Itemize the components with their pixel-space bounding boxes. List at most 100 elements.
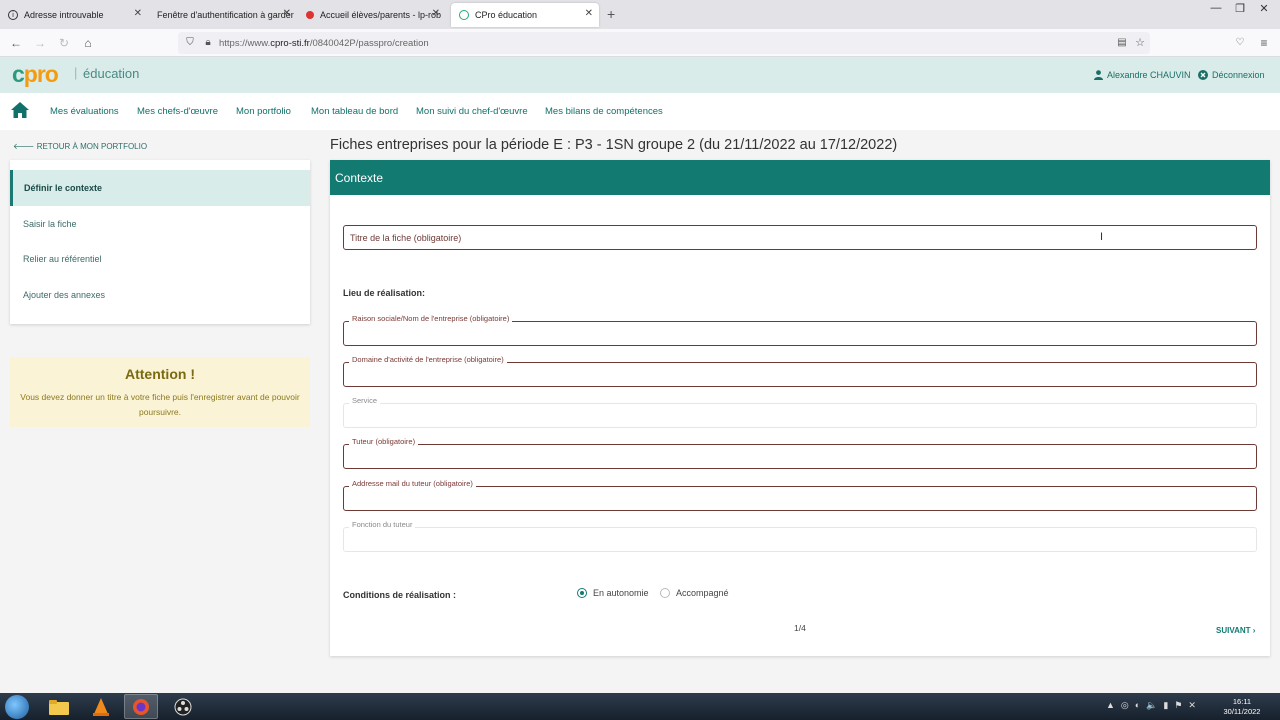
radio-accompagne[interactable]: Accompagné xyxy=(660,588,729,598)
title-placeholder: Titre de la fiche (obligatoire) xyxy=(350,233,462,243)
radio-autonomie[interactable]: En autonomie xyxy=(577,588,649,598)
tutor-role-input[interactable]: Fonction du tuteur xyxy=(343,520,1257,552)
browser-tab-active[interactable]: CPro éducation ✕ xyxy=(451,3,599,27)
user-icon xyxy=(1094,70,1103,80)
menu-item-portfolio[interactable]: Mon portfolio xyxy=(236,106,291,117)
logout-icon xyxy=(1198,70,1208,80)
tutor-input[interactable]: Tuteur (obligatoire) xyxy=(343,437,1257,469)
start-button[interactable] xyxy=(5,695,29,719)
field-label: Tuteur (obligatoire) xyxy=(349,437,419,446)
step-ajouter-annexes[interactable]: Ajouter des annexes xyxy=(10,277,310,313)
menu-item-evaluations[interactable]: Mes évaluations xyxy=(50,106,119,117)
radio-unchecked-icon[interactable] xyxy=(660,588,670,598)
firefox-icon[interactable] xyxy=(124,694,158,719)
attention-title: Attention ! xyxy=(125,366,195,382)
browser-nav-bar: ← → ↻ ⌂ ⛉ 🔒︎ https://www.cpro-sti.fr/084… xyxy=(0,29,1280,57)
new-tab-icon[interactable]: + xyxy=(607,6,615,22)
attention-message: Vous devez donner un titre à votre fiche… xyxy=(20,392,300,417)
reload-icon[interactable]: ↻ xyxy=(56,35,72,51)
service-input[interactable]: Service xyxy=(343,396,1257,428)
tab-label: Accueil élèves/parents - lp-rob xyxy=(320,10,442,20)
close-icon[interactable]: ✕ xyxy=(432,8,440,19)
step-relier-referentiel[interactable]: Relier au référentiel xyxy=(10,241,310,277)
clock[interactable]: 16:11 30/11/2022 xyxy=(1222,697,1262,717)
arrow-left-icon: 🡐 xyxy=(13,142,37,151)
tab-label: Fenêtre d'authentification à garder xyxy=(157,10,294,20)
business-domain-input[interactable]: Domaine d'activité de l'entreprise (obli… xyxy=(343,355,1257,387)
next-button[interactable]: SUIVANT › xyxy=(1216,626,1255,635)
step-saisir-fiche[interactable]: Saisir la fiche xyxy=(10,206,310,242)
conditions-label: Conditions de réalisation : xyxy=(343,590,457,600)
user-name: Alexandre CHAUVIN xyxy=(1107,70,1191,80)
minimize-icon[interactable]: — xyxy=(1208,2,1224,16)
file-explorer-icon[interactable] xyxy=(42,694,76,719)
globe-icon xyxy=(459,10,469,20)
radio-label: En autonomie xyxy=(593,588,649,598)
site-logo-icon xyxy=(306,11,314,19)
radio-checked-icon[interactable] xyxy=(577,588,587,598)
company-name-input[interactable]: Raison sociale/Nom de l'entreprise (obli… xyxy=(343,314,1257,346)
shield-icon[interactable]: ⛉ xyxy=(182,35,198,51)
field-label: Service xyxy=(349,396,381,405)
logout-label: Déconnexion xyxy=(1212,70,1265,80)
tutor-email-input[interactable]: Addresse mail du tuteur (obligatoire) xyxy=(343,479,1257,511)
field-label: Addresse mail du tuteur (obligatoire) xyxy=(349,479,476,488)
browser-tab[interactable]: Accueil élèves/parents - lp-rob ✕ xyxy=(298,3,446,27)
reader-view-icon[interactable]: ▤ xyxy=(1114,35,1130,51)
main-menu: Mes évaluations Mes chefs-d'œuvre Mon po… xyxy=(0,93,1280,130)
cpro-logo[interactable]: cpro xyxy=(12,61,59,88)
obs-icon[interactable] xyxy=(166,694,200,719)
url-text: https://www.cpro-sti.fr/0840042P/passpro… xyxy=(219,38,429,49)
logout-link[interactable]: Déconnexion xyxy=(1198,70,1265,80)
home-icon[interactable] xyxy=(10,101,30,119)
home-icon[interactable]: ⌂ xyxy=(80,35,96,51)
field-label: Fonction du tuteur xyxy=(349,520,416,529)
logo-separator: | xyxy=(74,65,78,80)
browser-tab[interactable]: i Adresse introuvable ✕ xyxy=(0,3,148,27)
close-icon[interactable]: ✕ xyxy=(283,8,291,19)
back-to-portfolio-link[interactable]: 🡐 RETOUR À MON PORTFOLIO xyxy=(13,141,147,151)
close-icon[interactable]: ✕ xyxy=(134,8,142,19)
system-tray-icons[interactable]: ▲◎◐🔈▮⚑✕ xyxy=(1106,700,1202,711)
maximize-icon[interactable]: ❐ xyxy=(1232,2,1248,16)
attention-box: Attention ! Vous devez donner un titre à… xyxy=(10,357,310,427)
url-bar[interactable]: ⛉ 🔒︎ https://www.cpro-sti.fr/0840042P/pa… xyxy=(178,32,1150,54)
menu-item-bilans[interactable]: Mes bilans de compétences xyxy=(545,106,663,117)
forward-arrow-icon[interactable]: → xyxy=(32,35,48,51)
tab-label: Adresse introuvable xyxy=(24,10,104,20)
card-title: Contexte xyxy=(335,171,384,185)
title-input[interactable]: Titre de la fiche (obligatoire) I xyxy=(343,225,1257,250)
site-header: cpro | éducation Alexandre CHAUVIN Décon… xyxy=(0,57,1280,93)
menu-item-tableau-de-bord[interactable]: Mon tableau de bord xyxy=(311,106,398,117)
step-definir-contexte[interactable]: Définir le contexte xyxy=(10,170,310,206)
windows-taskbar: ▲◎◐🔈▮⚑✕ 16:11 30/11/2022 xyxy=(0,693,1280,720)
menu-icon[interactable]: ≡ xyxy=(1256,35,1272,51)
info-icon: i xyxy=(8,10,18,20)
clock-time: 16:11 xyxy=(1232,697,1252,706)
card-header: Contexte xyxy=(330,160,1270,195)
chevron-right-icon: › xyxy=(1252,626,1256,635)
context-form-card: Contexte Titre de la fiche (obligatoire)… xyxy=(330,160,1270,656)
page-indicator: 1/4 xyxy=(794,623,806,633)
browser-tab-bar: i Adresse introuvable ✕ Fenêtre d'authen… xyxy=(0,0,1280,29)
clock-date: 30/11/2022 xyxy=(1223,707,1261,716)
bookmark-star-icon[interactable]: ☆ xyxy=(1132,35,1148,51)
logo-subtitle: éducation xyxy=(83,66,140,81)
menu-item-chefs-doeuvre[interactable]: Mes chefs-d'œuvre xyxy=(137,106,218,117)
browser-tab[interactable]: Fenêtre d'authentification à garder ✕ xyxy=(149,3,297,27)
field-label: Raison sociale/Nom de l'entreprise (obli… xyxy=(349,314,513,323)
user-profile-link[interactable]: Alexandre CHAUVIN xyxy=(1094,70,1191,80)
page-title: Fiches entreprises pour la période E : P… xyxy=(330,137,898,153)
lock-icon[interactable]: 🔒︎ xyxy=(200,35,216,51)
location-section-label: Lieu de réalisation: xyxy=(343,288,426,298)
field-label: Domaine d'activité de l'entreprise (obli… xyxy=(349,355,507,364)
vlc-icon[interactable] xyxy=(84,694,118,719)
close-icon[interactable]: ✕ xyxy=(585,8,593,19)
text-cursor-icon: I xyxy=(1100,231,1104,243)
tab-label: CPro éducation xyxy=(475,10,538,20)
window-close-icon[interactable]: ✕ xyxy=(1256,2,1272,16)
pocket-icon[interactable]: ♡ xyxy=(1232,35,1248,51)
menu-item-suivi[interactable]: Mon suivi du chef-d'œuvre xyxy=(416,106,528,117)
back-arrow-icon[interactable]: ← xyxy=(8,35,24,51)
radio-label: Accompagné xyxy=(676,588,729,598)
